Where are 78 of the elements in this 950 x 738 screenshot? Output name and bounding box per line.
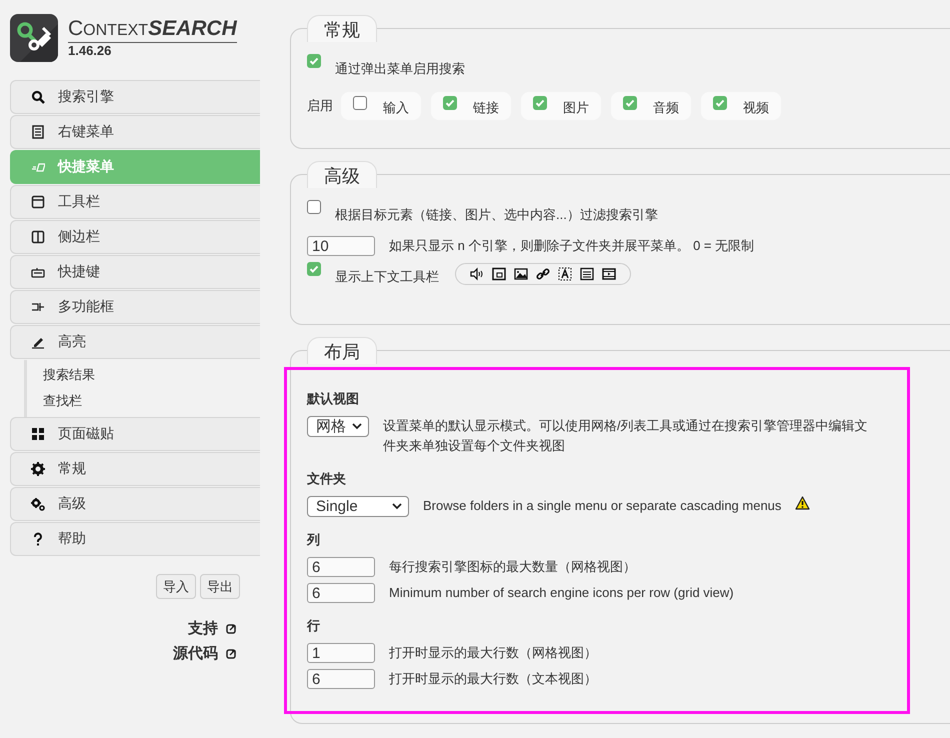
checkbox[interactable]: [623, 96, 637, 110]
panel-title: 常规: [307, 15, 377, 42]
number-field[interactable]: 6: [307, 557, 375, 577]
group-heading: 默认视图: [307, 390, 360, 408]
checkbox[interactable]: [713, 96, 727, 110]
option-label: Minimum number of search engine icons per row (grid view): [389, 584, 734, 602]
search-icon: [31, 90, 45, 104]
nav-item[interactable]: 帮助: [10, 522, 260, 556]
nav-item[interactable]: 高级: [10, 487, 260, 521]
nav-item[interactable]: 搜索引擎: [10, 80, 260, 114]
list-icon: [580, 267, 594, 281]
button[interactable]: 导出: [200, 574, 240, 599]
external-link-icon: [226, 648, 236, 658]
chevron-down-icon: [392, 503, 402, 510]
text-selection-icon: [558, 267, 572, 281]
group-heading: 行: [307, 617, 321, 635]
checkbox[interactable]: [353, 96, 367, 110]
image-icon: [514, 267, 528, 281]
group-heading: 列: [307, 531, 321, 549]
chevron-down-icon: [352, 423, 362, 430]
checkbox[interactable]: [443, 96, 457, 110]
nav-item[interactable]: 页面磁贴: [10, 417, 260, 451]
sidebar-icon: [31, 230, 45, 244]
chip-label: 音频: [653, 99, 679, 117]
nav-subitem[interactable]: 查找栏: [43, 388, 82, 414]
group-heading: 文件夹: [307, 470, 347, 488]
number-field[interactable]: 6: [307, 583, 375, 603]
link-icon: [536, 267, 550, 281]
nav-item[interactable]: 快捷键: [10, 255, 260, 289]
nav-item[interactable]: 右键菜单: [10, 115, 260, 149]
chip-label: 链接: [473, 99, 499, 117]
pen-icon: [31, 335, 45, 349]
option-label: 打开时显示的最大行数（网格视图）: [389, 644, 597, 662]
grid-icon: [31, 427, 45, 441]
option-label: 显示上下文工具栏: [335, 268, 439, 286]
option-label: 每行搜索引擎图标的最大数量（网格视图）: [389, 558, 636, 576]
link[interactable]: 支持: [188, 619, 218, 638]
gears-icon: [31, 497, 45, 511]
window-icon: [31, 195, 45, 209]
option-label: 通过弹出菜单启用搜索: [335, 60, 465, 78]
checkbox[interactable]: [533, 96, 547, 110]
number-field[interactable]: 1: [307, 643, 375, 663]
film-icon: [602, 267, 616, 281]
speaker-icon: [470, 267, 484, 281]
option-label: Browse folders in a single menu or separate cascading menus: [423, 497, 782, 515]
option-label: 如果只显示 n 个引擎，则删除子文件夹并展平菜单。 0 = 无限制: [389, 237, 754, 255]
nav-item[interactable]: 常规: [10, 452, 260, 486]
gear-icon: [31, 462, 45, 476]
nav-item[interactable]: 工具栏: [10, 185, 260, 219]
dropdown[interactable]: 网格: [307, 416, 369, 437]
version-label: 1.46.26: [68, 43, 112, 59]
button[interactable]: 导入: [156, 574, 196, 599]
question-icon: [31, 532, 45, 546]
nav-subitem[interactable]: 搜索结果: [43, 362, 95, 388]
checkbox[interactable]: [307, 262, 321, 276]
keyboard-icon: [31, 265, 45, 279]
chip-label: 视频: [743, 99, 769, 117]
number-field[interactable]: 10: [307, 236, 375, 256]
external-link-icon: [226, 624, 236, 634]
frame-icon: [492, 267, 506, 281]
checkbox[interactable]: [307, 54, 321, 68]
chip-label: 图片: [563, 99, 589, 117]
nav-item[interactable]: 多功能框: [10, 290, 260, 324]
nav-item[interactable]: 侧边栏: [10, 220, 260, 254]
dropdown[interactable]: Single: [307, 496, 409, 517]
option-label: 根据目标元素（链接、图片、选中内容...）过滤搜索引擎: [335, 206, 658, 224]
nav-item[interactable]: 高亮: [10, 325, 260, 359]
chip-label: 输入: [383, 99, 409, 117]
option-label: 设置菜单的默认显示模式。可以使用网格/列表工具或通过在搜索引擎管理器中编辑文件夹来单独设置每个文件夹视图: [383, 417, 869, 455]
number-field[interactable]: 6: [307, 669, 375, 689]
option-label: 打开时显示的最大行数（文本视图）: [389, 670, 597, 688]
document-icon: [31, 125, 45, 139]
enable-label: 启用: [307, 97, 333, 115]
panel-title: 高级: [307, 161, 377, 188]
panel-title: 布局: [307, 337, 377, 364]
checkbox[interactable]: [307, 200, 321, 214]
app-title: CONTEXTSEARCH: [68, 18, 237, 43]
link[interactable]: 源代码: [173, 644, 218, 663]
